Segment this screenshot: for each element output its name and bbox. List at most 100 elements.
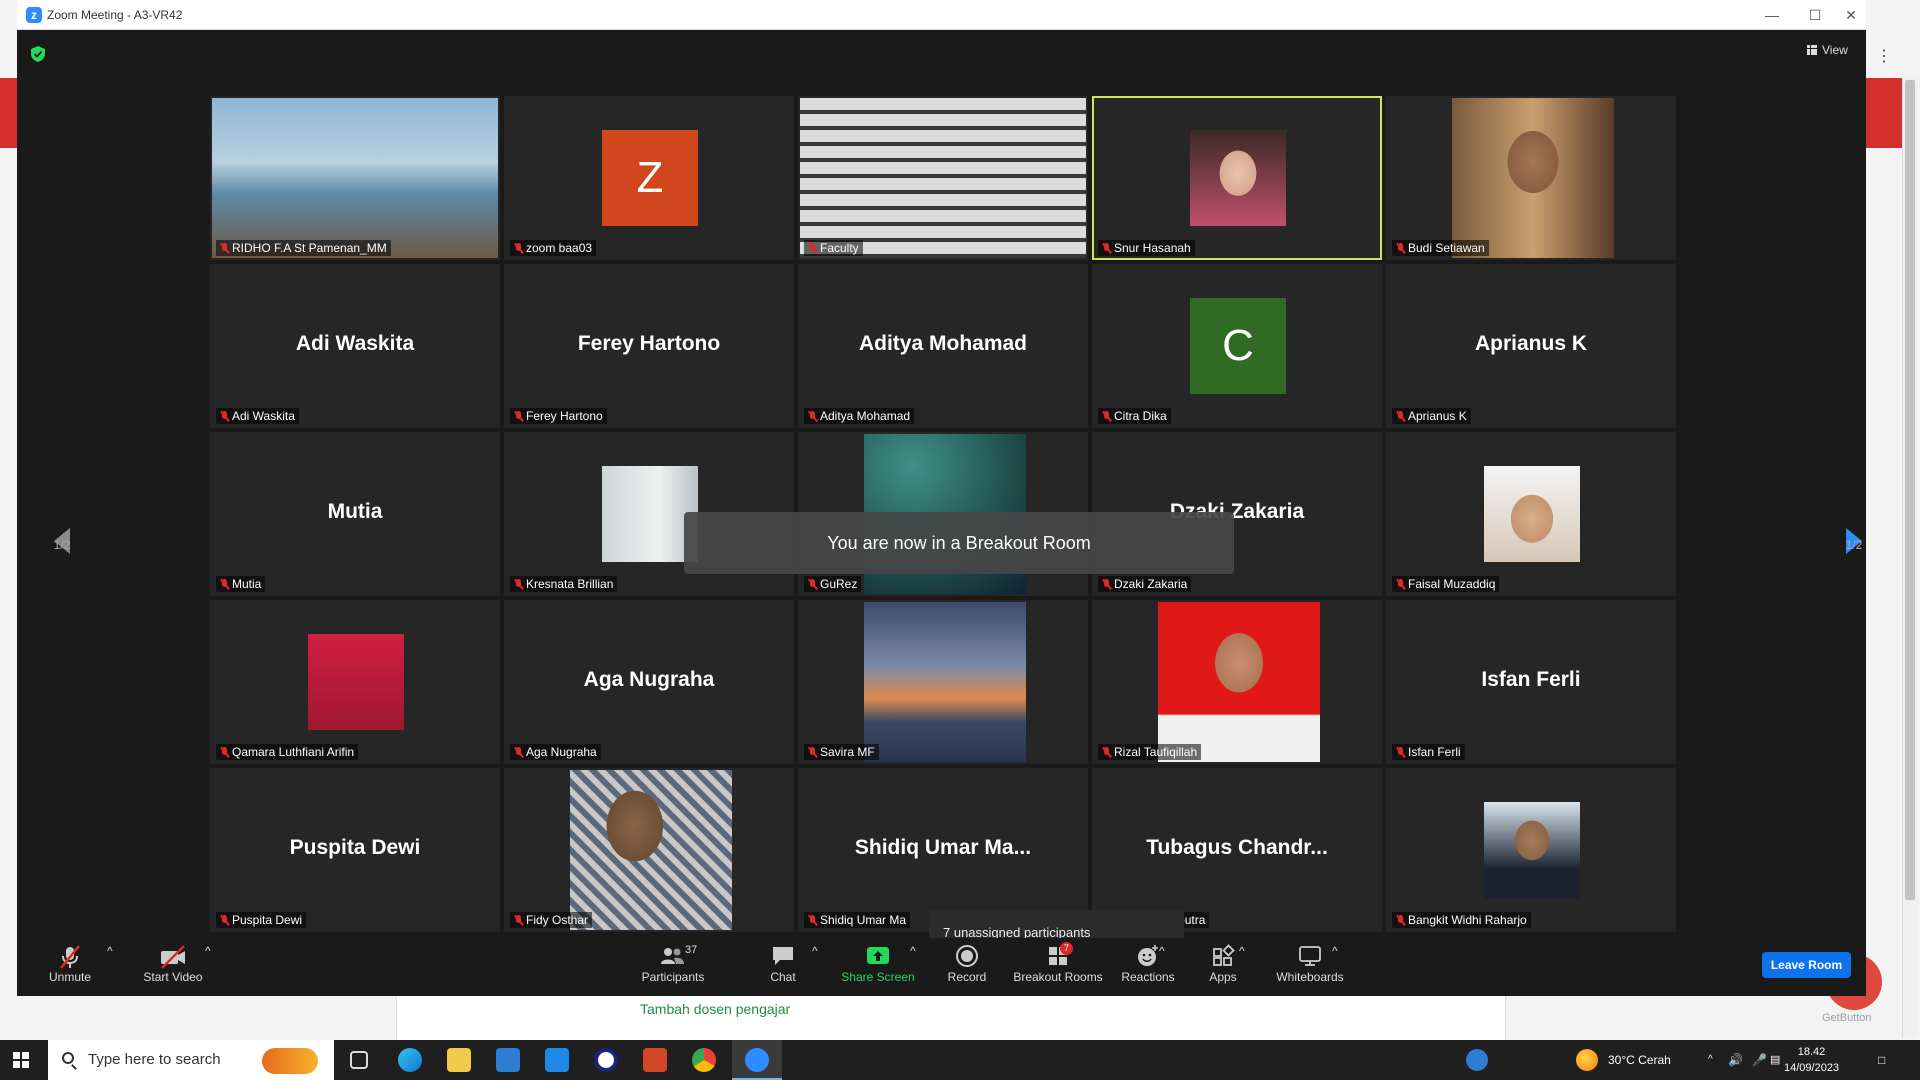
notifications-icon[interactable]: □ — [1878, 1040, 1885, 1080]
participant-name: Fidy Osthar — [526, 913, 589, 927]
muted-microphone-icon — [808, 915, 817, 926]
minimize-button[interactable]: — — [1752, 4, 1792, 26]
participant-tile[interactable]: C Citra Dika — [1092, 264, 1382, 428]
weather-icon — [1576, 1049, 1598, 1071]
participant-tile[interactable]: Zzoom baa03 — [504, 96, 794, 260]
participant-tile[interactable]: Tubagus Chandr...Chandra Saputra — [1092, 768, 1382, 932]
volume-icon[interactable]: 🔊 — [1728, 1040, 1743, 1080]
search-highlight-icon — [262, 1048, 318, 1074]
chat-button[interactable]: Chat — [755, 944, 811, 984]
add-lecturer-link[interactable]: Tambah dosen pengajar — [640, 1001, 790, 1017]
muted-microphone-icon — [808, 579, 817, 590]
participant-tile[interactable]: Budi Setiawan — [1386, 96, 1676, 260]
audio-options-chevron-icon[interactable]: ^ — [107, 944, 113, 958]
reactions-button[interactable]: Reactions — [1115, 944, 1181, 984]
participant-name: Isfan Ferli — [1408, 745, 1461, 759]
background-scrollbar-thumb[interactable] — [1905, 80, 1915, 900]
participant-tile[interactable]: Aditya Mohamad Aditya Mohamad — [798, 264, 1088, 428]
participants-count: 37 — [685, 944, 698, 956]
participant-tile[interactable]: Aprianus K Aprianus K — [1386, 264, 1676, 428]
unmute-button[interactable]: Unmute — [40, 944, 100, 984]
record-button[interactable]: Record — [939, 944, 995, 984]
participant-tile[interactable]: Isfan Ferli Isfan Ferli — [1386, 600, 1676, 764]
breakout-rooms-button[interactable]: 7 Breakout Rooms — [995, 942, 1121, 984]
participant-tile[interactable]: Qamara Luthfiani Arifin — [210, 600, 500, 764]
participant-avatar-letter: C — [1190, 298, 1286, 394]
participant-name-tag: Citra Dika — [1098, 408, 1171, 424]
participant-name-tag: Kresnata Brillian — [510, 576, 618, 592]
start-video-button[interactable]: Start Video — [135, 944, 211, 984]
encryption-shield-icon[interactable] — [31, 46, 45, 62]
share-screen-button[interactable]: Share Screen — [839, 944, 917, 984]
view-button[interactable]: View — [1807, 43, 1848, 57]
microphone-icon[interactable]: 🎤 — [1752, 1040, 1767, 1080]
mail-icon[interactable] — [545, 1048, 569, 1072]
whiteboards-label: Whiteboards — [1276, 970, 1344, 984]
participant-tile[interactable]: Aga Nugraha Aga Nugraha — [504, 600, 794, 764]
windows-start-icon[interactable] — [13, 1052, 29, 1068]
reactions-options-chevron-icon[interactable]: ^ — [1159, 944, 1165, 958]
app-circle-icon[interactable] — [594, 1048, 618, 1072]
muted-microphone-icon — [1396, 579, 1405, 590]
participant-display-name: Ferey Hartono — [577, 332, 721, 355]
participant-name: Dzaki Zakaria — [1114, 577, 1188, 591]
participant-tile[interactable]: Bangkit Widhi Raharjo — [1386, 768, 1676, 932]
muted-microphone-icon — [220, 747, 229, 758]
participant-tile[interactable]: Mutia Mutia — [210, 432, 500, 596]
weather-text[interactable]: 30°C Cerah — [1608, 1040, 1671, 1080]
tray-chevron-icon[interactable]: ^ — [1708, 1040, 1713, 1080]
microsoft-store-icon[interactable] — [496, 1048, 520, 1072]
participant-name: Kresnata Brillian — [526, 577, 614, 591]
close-button[interactable]: ✕ — [1838, 4, 1864, 26]
maximize-button[interactable]: ☐ — [1795, 4, 1835, 26]
participant-name-tag: Rizal Taufiqillah — [1098, 744, 1202, 760]
participant-profile-photo — [1158, 602, 1320, 762]
edge-browser-icon[interactable] — [398, 1048, 422, 1072]
participant-tile[interactable]: Savira MF — [798, 600, 1088, 764]
participant-name-tag: Snur Hasanah — [1098, 240, 1195, 256]
participants-button[interactable]: 37 Participants — [637, 944, 709, 984]
meeting-stage: View RIDHO F.A St Pamenan_MM Zzoom baa03 F… — [17, 30, 1866, 956]
zoom-taskbar-item[interactable] — [732, 1040, 782, 1080]
clock-time: 18.42 — [1797, 1046, 1826, 1058]
muted-microphone-icon — [1102, 243, 1111, 254]
participant-name-tag: Mutia — [216, 576, 266, 592]
video-options-chevron-icon[interactable]: ^ — [205, 944, 211, 958]
apps-options-chevron-icon[interactable]: ^ — [1239, 944, 1245, 958]
muted-microphone-icon — [220, 411, 229, 422]
participant-tile[interactable]: Fidy Osthar — [504, 768, 794, 932]
taskbar-clock[interactable]: 18.42 14/09/2023 — [1784, 1044, 1839, 1076]
participant-tile[interactable]: Shidiq Umar Ma... Shidiq Umar Ma — [798, 768, 1088, 932]
clock-date: 14/09/2023 — [1784, 1062, 1840, 1074]
record-label: Record — [947, 970, 987, 984]
help-icon[interactable] — [1466, 1049, 1488, 1071]
participant-video-feed — [212, 98, 498, 258]
browser-more-icon[interactable]: ⋮ — [1876, 46, 1892, 66]
participant-tile[interactable]: Rizal Taufiqillah — [1092, 600, 1382, 764]
participant-tile[interactable]: RIDHO F.A St Pamenan_MM — [210, 96, 500, 260]
taskbar-search-input[interactable]: Type here to search — [48, 1040, 334, 1080]
participant-tile[interactable]: Ferey Hartono Ferey Hartono — [504, 264, 794, 428]
network-icon[interactable]: ▤ — [1770, 1040, 1780, 1080]
whiteboards-button[interactable]: Whiteboards — [1267, 944, 1353, 984]
chat-options-chevron-icon[interactable]: ^ — [812, 944, 818, 958]
getbutton-label: GetButton — [1822, 1012, 1872, 1024]
apps-icon — [1213, 944, 1235, 966]
share-options-chevron-icon[interactable]: ^ — [910, 944, 916, 958]
participant-name: Aga Nugraha — [526, 745, 597, 759]
participant-tile[interactable]: Adi Waskita Adi Waskita — [210, 264, 500, 428]
muted-microphone-icon — [514, 243, 523, 254]
participant-profile-photo — [1452, 98, 1614, 258]
participant-tile[interactable]: Puspita Dewi Puspita Dewi — [210, 768, 500, 932]
participant-tile[interactable]: Snur Hasanah — [1092, 96, 1382, 260]
powerpoint-icon[interactable] — [643, 1048, 667, 1072]
task-view-icon[interactable] — [350, 1051, 368, 1069]
whiteboards-options-chevron-icon[interactable]: ^ — [1332, 944, 1338, 958]
participant-tile[interactable]: Faculty — [798, 96, 1088, 260]
chrome-icon[interactable] — [692, 1048, 716, 1072]
participant-name-tag: Isfan Ferli — [1392, 744, 1465, 760]
leave-room-button[interactable]: Leave Room — [1762, 952, 1851, 978]
file-explorer-icon[interactable] — [447, 1048, 471, 1072]
participant-name: Faisal Muzaddiq — [1408, 577, 1496, 591]
participant-tile[interactable]: Faisal Muzaddiq — [1386, 432, 1676, 596]
